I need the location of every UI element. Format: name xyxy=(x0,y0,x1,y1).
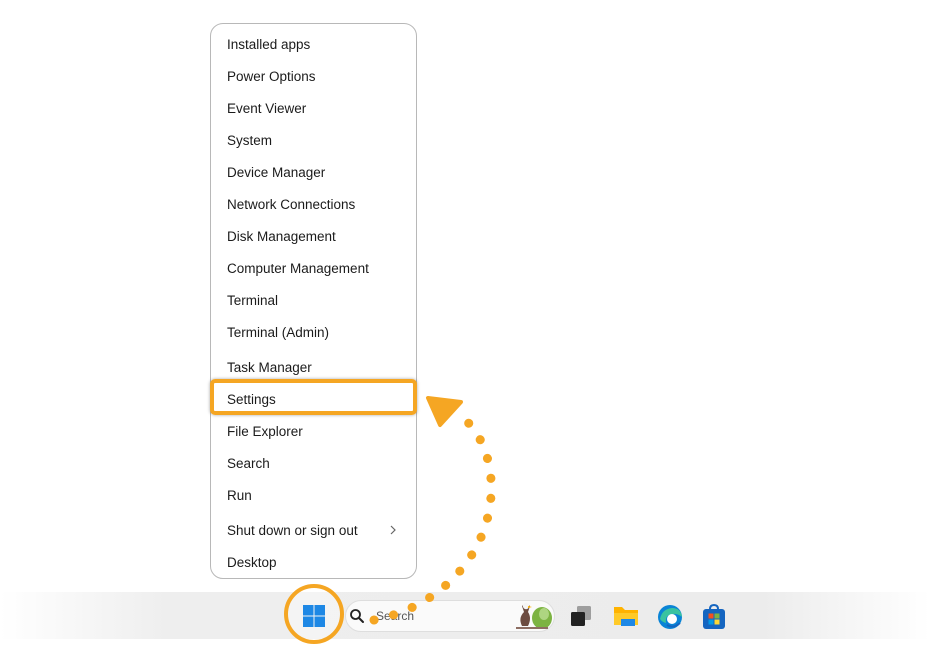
edge-icon[interactable] xyxy=(656,603,684,631)
menu-item-installed-apps[interactable]: Installed apps xyxy=(211,29,416,59)
task-view-icon[interactable] xyxy=(568,604,594,628)
menu-item-label: Task Manager xyxy=(227,359,312,375)
menu-item-terminal-admin[interactable]: Terminal (Admin) xyxy=(211,317,416,347)
menu-item-network-connections[interactable]: Network Connections xyxy=(211,189,416,219)
menu-item-computer-management[interactable]: Computer Management xyxy=(211,253,416,283)
menu-item-desktop[interactable]: Desktop xyxy=(211,547,416,577)
menu-item-label: Search xyxy=(227,455,270,471)
arrow-head-icon xyxy=(426,396,463,427)
menu-item-system[interactable]: System xyxy=(211,125,416,155)
menu-item-label: Network Connections xyxy=(227,196,356,212)
menu-item-disk-management[interactable]: Disk Management xyxy=(211,221,416,251)
search-icon xyxy=(350,609,364,623)
menu-item-label: Device Manager xyxy=(227,164,326,180)
menu-item-label: Installed apps xyxy=(227,36,311,52)
menu-item-power-options[interactable]: Power Options xyxy=(211,61,416,91)
chevron-right-icon xyxy=(390,525,396,535)
search-highlight-icon xyxy=(516,602,552,629)
menu-item-label: Computer Management xyxy=(227,260,369,276)
menu-item-task-manager[interactable]: Task Manager xyxy=(211,352,416,382)
menu-item-label: Disk Management xyxy=(227,228,336,244)
menu-item-device-manager[interactable]: Device Manager xyxy=(211,157,416,187)
menu-item-label: Run xyxy=(227,487,252,503)
menu-item-label: Shut down or sign out xyxy=(227,522,358,538)
menu-item-run[interactable]: Run xyxy=(211,480,416,510)
windows-start-icon[interactable] xyxy=(302,604,326,628)
winx-context-menu: Installed apps Power Options Event Viewe… xyxy=(210,23,417,579)
microsoft-store-icon[interactable] xyxy=(700,603,728,631)
menu-item-terminal[interactable]: Terminal xyxy=(211,285,416,315)
search-placeholder: Search xyxy=(376,609,415,623)
menu-item-label: Terminal xyxy=(227,292,279,308)
menu-item-label: Power Options xyxy=(227,68,316,84)
menu-item-label: Terminal (Admin) xyxy=(227,324,330,340)
settings-highlight-box xyxy=(210,379,417,415)
menu-item-event-viewer[interactable]: Event Viewer xyxy=(211,93,416,123)
menu-item-label: Event Viewer xyxy=(227,100,307,116)
menu-item-file-explorer[interactable]: File Explorer xyxy=(211,416,416,446)
screen: Installed apps Power Options Event Viewe… xyxy=(0,0,930,666)
menu-item-label: System xyxy=(227,132,273,148)
menu-item-label: File Explorer xyxy=(227,423,303,439)
menu-item-shut-down[interactable]: Shut down or sign out xyxy=(211,515,416,545)
menu-item-search[interactable]: Search xyxy=(211,448,416,478)
menu-item-label: Desktop xyxy=(227,554,277,570)
file-explorer-icon[interactable] xyxy=(612,603,640,629)
annotation-arrow xyxy=(369,396,496,625)
